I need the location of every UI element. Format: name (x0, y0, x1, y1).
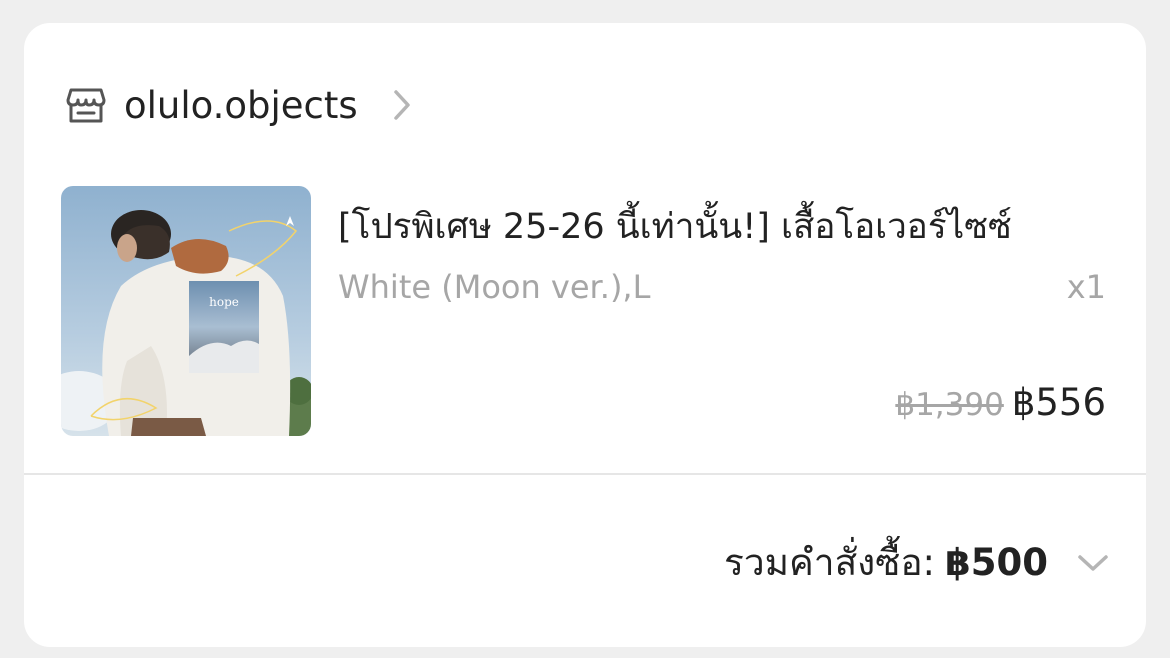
chevron-right-icon (392, 88, 412, 122)
poster-text: hope (209, 295, 239, 309)
product-title[interactable]: [โปรพิเศษ 25-26 นี้เท่านั้น!] เสื้อโอเวอ… (338, 199, 1108, 254)
store-icon (66, 85, 106, 125)
original-price: ฿1,390 (895, 387, 1004, 423)
shop-name: olulo.objects (124, 83, 358, 127)
order-total-value: ฿500 (945, 541, 1048, 584)
shop-header[interactable]: olulo.objects (66, 81, 412, 129)
sale-price: ฿556 (1011, 381, 1106, 424)
price-row: ฿1,390 ฿556 (895, 381, 1106, 424)
order-total-row[interactable]: รวมคำสั่งซื้อ: ฿500 (724, 533, 1110, 592)
product-quantity: x1 (1066, 268, 1106, 306)
product-variant: White (Moon ver.),L (338, 268, 651, 306)
divider (24, 473, 1146, 475)
product-image[interactable]: hope (61, 186, 311, 436)
order-card: olulo.objects hope [โปรพิเศษ 25-26 นี้เท… (24, 23, 1146, 647)
order-total-label: รวมคำสั่งซื้อ: (724, 541, 936, 584)
chevron-down-icon[interactable] (1076, 553, 1110, 573)
